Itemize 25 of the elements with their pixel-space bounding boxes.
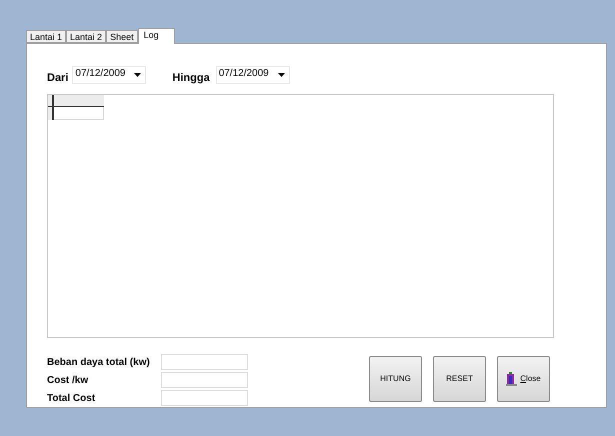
tab[interactable]: Lantai 2 xyxy=(66,30,106,43)
input-field[interactable] xyxy=(161,354,248,370)
dropdown-icon xyxy=(134,73,142,77)
from-label: Dari xyxy=(47,70,68,86)
action-button[interactable]: RESET xyxy=(433,356,486,402)
from-date-picker[interactable]: 07/12/2009 xyxy=(72,66,146,84)
data-grid[interactable] xyxy=(47,94,554,338)
tab[interactable]: Log xyxy=(138,28,175,44)
field-label: Beban daya total (kw) xyxy=(47,356,151,370)
dropdown-icon xyxy=(278,73,285,77)
field-label: Total Cost xyxy=(47,392,96,406)
grid-corner-cell xyxy=(48,95,54,107)
tab[interactable]: Sheet xyxy=(106,30,138,43)
input-field[interactable] xyxy=(161,372,248,388)
grid-header-cell xyxy=(54,95,104,107)
input-field[interactable] xyxy=(161,390,248,406)
field-label: Cost /kw xyxy=(47,374,90,388)
grid-row-header xyxy=(48,107,54,120)
to-date-picker[interactable]: 07/12/2009 xyxy=(216,66,290,84)
tab[interactable]: Lantai 1 xyxy=(26,30,66,43)
close-button[interactable]: Close xyxy=(497,356,550,402)
door-exit-icon xyxy=(506,372,518,386)
to-label: Hingga xyxy=(172,70,210,86)
grid-cell xyxy=(54,107,104,120)
action-button[interactable]: HITUNG xyxy=(369,356,422,402)
